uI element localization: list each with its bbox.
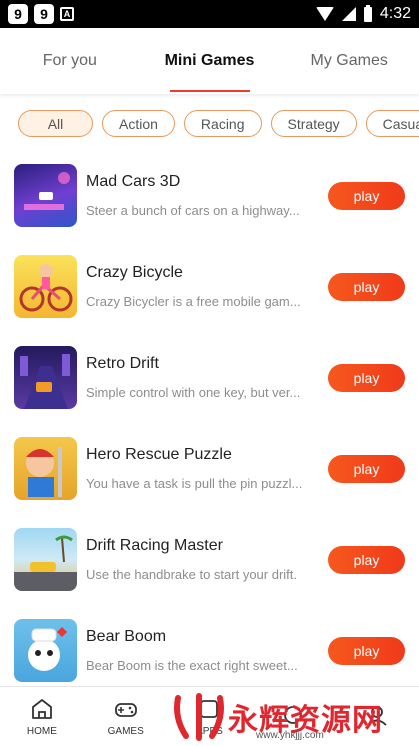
nav-games-label: GAMES [107,726,144,737]
status-bar: 9 9 A 4:32 [0,0,419,28]
nav-home-label: HOME [26,726,57,737]
home-icon [31,699,52,719]
gamepad-icon [114,703,137,717]
game-title: Mad Cars 3D [86,173,181,190]
game-description: Simple control with one key, but ver... [86,385,301,400]
game-list-item[interactable]: Hero Rescue Puzzle You have a task is pu… [0,423,419,514]
play-button[interactable]: play [328,181,405,210]
game-list-item[interactable]: Mad Cars 3D Steer a bunch of cars on a h… [0,150,419,241]
game-list-item[interactable]: Crazy Bicycle Crazy Bicycler is a free m… [0,241,419,332]
game-thumbnail[interactable] [14,528,77,591]
top-tab-bar: For you Mini Games My Games [0,28,419,94]
chip-casual[interactable]: Casual [365,110,419,137]
game-list: Mad Cars 3D Steer a bunch of cars on a h… [0,150,419,696]
game-thumbnail[interactable] [14,164,77,227]
game-description: You have a task is pull the pin puzzl... [86,476,303,491]
nav-home[interactable]: HOME [0,687,84,746]
game-description: Crazy Bicycler is a free mobile gam... [86,294,301,309]
chip-action[interactable]: Action [102,110,175,137]
play-button[interactable]: play [328,272,405,301]
game-thumbnail[interactable] [14,437,77,500]
game-description: Bear Boom is the exact right sweet... [86,658,298,673]
nav-games[interactable]: GAMES [84,687,168,746]
game-title: Retro Drift [86,355,159,372]
chip-all[interactable]: All [18,110,93,137]
chip-strategy[interactable]: Strategy [270,110,357,137]
game-list-item[interactable]: Retro Drift Simple control with one key,… [0,332,419,423]
game-description: Steer a bunch of cars on a highway... [86,203,300,218]
clock: 4:32 [379,5,411,22]
watermark-url: www.yhkjjj.com [256,730,324,741]
game-title: Crazy Bicycle [86,264,183,281]
game-thumbnail[interactable] [14,346,77,409]
wifi-icon [315,7,334,21]
notification-a-icon: A [60,7,74,21]
play-button[interactable]: play [328,545,405,574]
game-thumbnail[interactable] [14,255,77,318]
signal-icon [341,7,356,21]
tab-mini-games[interactable]: Mini Games [140,28,280,94]
watermark-logo-icon [174,693,224,741]
play-button[interactable]: play [328,363,405,392]
game-description: Use the handbrake to start your drift. [86,567,297,582]
battery-icon [363,4,372,22]
notification-icon: 9 [8,4,28,24]
play-button[interactable]: play [328,636,405,665]
category-chips: All Action Racing Strategy Casual [18,110,419,140]
game-list-item[interactable]: Drift Racing Master Use the handbrake to… [0,514,419,605]
game-title: Bear Boom [86,628,167,645]
tab-for-you[interactable]: For you [0,28,140,94]
game-thumbnail[interactable] [14,619,77,682]
game-list-item[interactable]: Bear Boom Bear Boom is the exact right s… [0,605,419,696]
watermark: 永辉资源网 www.yhkjjj.com [170,688,419,746]
play-button[interactable]: play [328,454,405,483]
chip-racing[interactable]: Racing [183,110,262,137]
game-title: Drift Racing Master [86,537,223,554]
notification-icon: 9 [34,4,54,24]
game-title: Hero Rescue Puzzle [86,446,232,463]
tab-my-games[interactable]: My Games [279,28,419,94]
